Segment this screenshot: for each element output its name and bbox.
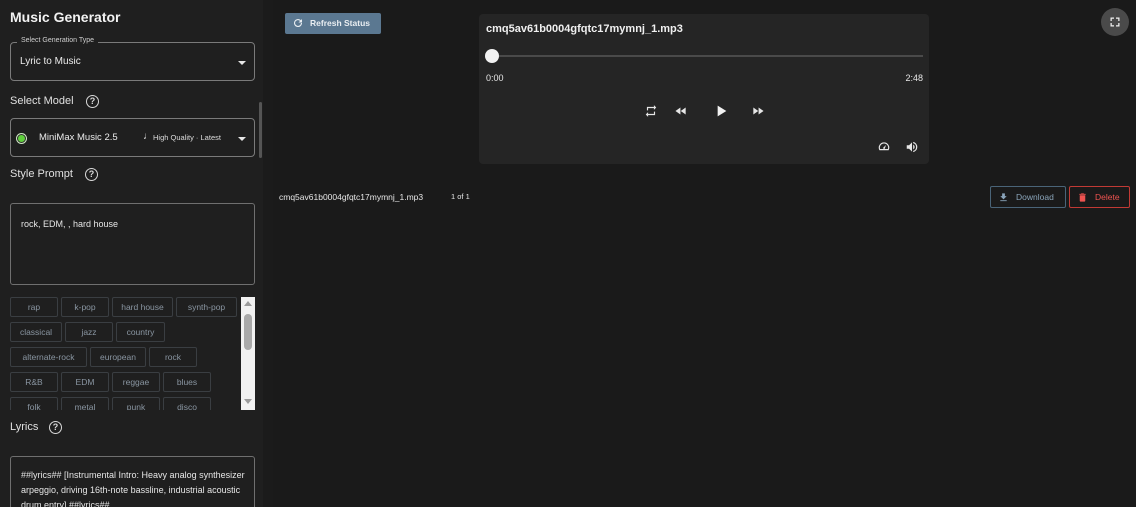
sidebar-scrollbar[interactable] <box>259 102 262 158</box>
app-title: Music Generator <box>10 9 121 25</box>
fullscreen-button[interactable] <box>1101 8 1129 36</box>
style-tag[interactable]: EDM <box>61 372 109 392</box>
file-name: cmq5av61b0004gfqtc17mymnj_1.mp3 <box>279 192 424 202</box>
style-tag[interactable]: punk <box>112 397 160 410</box>
help-icon[interactable]: ? <box>86 95 99 108</box>
refresh-status-button[interactable]: Refresh Status <box>285 13 381 34</box>
style-tag[interactable]: disco <box>163 397 211 410</box>
scroll-thumb[interactable] <box>244 314 252 350</box>
delete-button[interactable]: Delete <box>1069 186 1130 208</box>
seek-bar[interactable] <box>486 55 923 57</box>
file-count: 1 of 1 <box>451 192 470 201</box>
main-panel: Refresh Status cmq5av61b0004gfqtc17mymnj… <box>273 0 1136 507</box>
style-tag[interactable]: european <box>90 347 146 367</box>
lyrics-label: Lyrics <box>10 421 39 433</box>
tags-scrollbar[interactable] <box>241 297 255 410</box>
play-icon[interactable] <box>713 103 729 119</box>
trash-icon <box>1079 193 1086 202</box>
style-tag[interactable]: synth-pop <box>176 297 237 317</box>
track-title: cmq5av61b0004gfqtc17mymnj_1.mp3 <box>486 23 683 35</box>
current-time: 0:00 <box>486 73 504 83</box>
style-tags-list: rap k-pop hard house synth-pop classical… <box>10 297 255 410</box>
chevron-down-icon <box>238 61 246 65</box>
scroll-up-icon[interactable] <box>244 301 252 306</box>
fast-forward-icon[interactable] <box>750 104 766 118</box>
style-tag[interactable]: alternate-rock <box>10 347 87 367</box>
seek-handle[interactable] <box>485 49 499 63</box>
fullscreen-icon <box>1110 17 1120 27</box>
music-note-icon: ♩ <box>143 131 153 142</box>
style-tag[interactable]: R&B <box>10 372 58 392</box>
lyrics-input[interactable]: ##lyrics## [Instrumental Intro: Heavy an… <box>10 456 255 507</box>
model-select[interactable]: MiniMax Music 2.5 ♩ High Quality · Lates… <box>10 118 255 157</box>
volume-icon[interactable] <box>904 140 920 154</box>
style-tag[interactable]: hard house <box>112 297 173 317</box>
style-tag[interactable]: rock <box>149 347 197 367</box>
refresh-status-label: Refresh Status <box>310 18 370 28</box>
download-button[interactable]: Download <box>990 186 1066 208</box>
repeat-icon[interactable] <box>643 104 659 118</box>
style-prompt-input[interactable]: rock, EDM, , hard house <box>10 203 255 285</box>
generation-type-value: Lyric to Music <box>20 56 81 67</box>
audio-player: cmq5av61b0004gfqtc17mymnj_1.mp3 0:00 2:4… <box>479 14 929 164</box>
delete-label: Delete <box>1095 192 1120 202</box>
help-icon[interactable]: ? <box>85 168 98 181</box>
lyrics-text: ##lyrics## [Instrumental Intro: Heavy an… <box>21 470 245 507</box>
sidebar: Music Generator Select Generation Type L… <box>0 0 263 507</box>
generation-type-select[interactable]: Select Generation Type Lyric to Music <box>10 37 255 81</box>
style-prompt-text: rock, EDM, , hard house <box>21 219 119 229</box>
model-status-dot <box>17 134 26 143</box>
chevron-down-icon <box>238 137 246 141</box>
style-tag[interactable]: classical <box>10 322 62 342</box>
duration: 2:48 <box>905 73 923 83</box>
download-icon <box>1000 193 1007 202</box>
model-quality: High Quality · Latest <box>153 133 221 142</box>
style-tag[interactable]: blues <box>163 372 211 392</box>
style-tag[interactable]: metal <box>61 397 109 410</box>
style-tag[interactable]: jazz <box>65 322 113 342</box>
model-name: MiniMax Music 2.5 <box>39 132 118 143</box>
style-tag[interactable]: folk <box>10 397 58 410</box>
refresh-icon <box>294 19 303 28</box>
style-tag[interactable]: reggae <box>112 372 160 392</box>
speed-icon[interactable] <box>876 140 892 154</box>
help-icon[interactable]: ? <box>49 421 62 434</box>
style-tag[interactable]: country <box>116 322 165 342</box>
select-model-label: Select Model <box>10 95 74 107</box>
rewind-icon[interactable] <box>673 104 689 118</box>
scroll-down-icon[interactable] <box>244 399 252 404</box>
generation-type-legend: Select Generation Type <box>17 37 99 44</box>
style-tag[interactable]: rap <box>10 297 58 317</box>
style-prompt-label: Style Prompt <box>10 168 73 180</box>
download-label: Download <box>1016 192 1054 202</box>
style-tag[interactable]: k-pop <box>61 297 109 317</box>
